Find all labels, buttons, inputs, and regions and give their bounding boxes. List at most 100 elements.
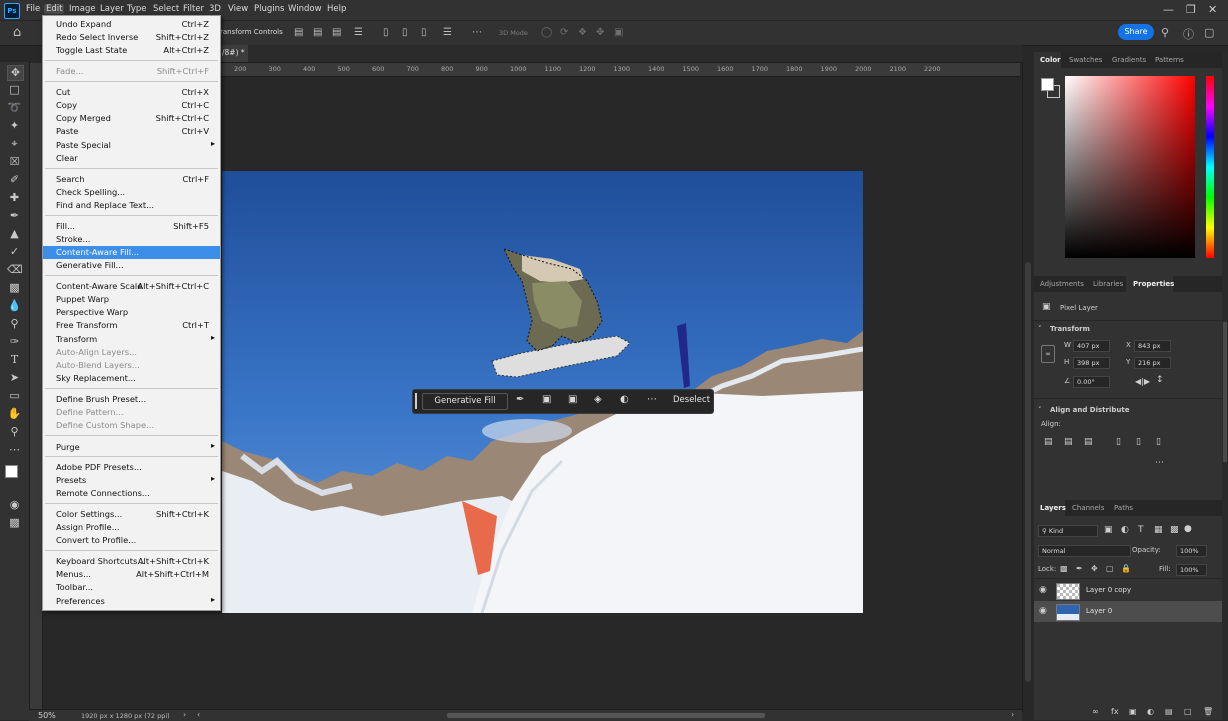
menu-item-preferences[interactable]: Preferences ▸ (43, 595, 220, 608)
layer-row[interactable]: ◉ Layer 0 copy (1034, 580, 1222, 601)
tab-paths[interactable]: Paths (1114, 504, 1133, 512)
flip-horizontal-icon[interactable]: ◀|▶ (1135, 377, 1150, 386)
menu-item-copy[interactable]: Copy Ctrl+C (43, 99, 220, 112)
scrollbar-thumb[interactable] (1025, 262, 1031, 682)
tab-libraries[interactable]: Libraries (1093, 280, 1123, 288)
menu-type[interactable]: Type (125, 4, 149, 14)
fx-icon[interactable]: fx (1111, 707, 1119, 716)
height-field[interactable]: 398 px (1073, 357, 1110, 369)
menu-item-undo-expand[interactable]: Undo Expand Ctrl+Z (43, 18, 220, 31)
menu-item-fill[interactable]: Fill... Shift+F5 (43, 220, 220, 233)
screen-mode-icon[interactable]: ▩ (7, 516, 22, 530)
zoom-tool-icon[interactable]: ⚲ (7, 425, 22, 439)
visibility-eye-icon[interactable]: ◉ (1039, 606, 1047, 616)
rectangle-tool-icon[interactable]: ▭ (7, 389, 22, 403)
align-right-icon[interactable]: ▤ (332, 27, 341, 38)
menu-item-content-aware-scale[interactable]: Content-Aware Scale Alt+Shift+Ctrl+C (43, 280, 220, 293)
filter-toggle-icon[interactable]: ● (1184, 524, 1192, 534)
new-adjustment-icon[interactable]: ◐ (1147, 707, 1154, 716)
menu-item-redo[interactable]: Redo Select Inverse Shift+Ctrl+Z (43, 31, 220, 44)
layer-row[interactable]: ◉ Layer 0 (1034, 601, 1222, 622)
menu-item-remote-connections[interactable]: Remote Connections... (43, 487, 220, 500)
visibility-eye-icon[interactable]: ◉ (1039, 585, 1047, 595)
menu-item-paste[interactable]: Paste Ctrl+V (43, 125, 220, 138)
menu-item-presets[interactable]: Presets ▸ (43, 474, 220, 487)
tab-swatches[interactable]: Swatches (1069, 56, 1102, 64)
opacity-field[interactable]: 100% (1176, 545, 1207, 557)
status-menu-chevron-icon[interactable]: › (183, 710, 186, 719)
x-field[interactable]: 843 px (1134, 340, 1171, 352)
foreground-color-swatch[interactable] (5, 465, 18, 478)
document-info[interactable]: 1920 px x 1280 px (72 ppi) (81, 712, 170, 720)
menu-item-free-transform[interactable]: Free Transform Ctrl+T (43, 319, 220, 332)
menu-window[interactable]: Window (286, 4, 324, 14)
healing-brush-tool-icon[interactable]: ✚ (7, 191, 22, 205)
transform-chevron-icon[interactable]: ˅ (1038, 325, 1042, 333)
menu-edit[interactable]: Edit (44, 4, 65, 14)
tab-gradients[interactable]: Gradients (1112, 56, 1146, 64)
align-chevron-icon[interactable]: ˅ (1038, 406, 1042, 414)
frame-tool-icon[interactable]: ☒ (7, 155, 22, 169)
menu-item-clear[interactable]: Clear (43, 152, 220, 165)
history-brush-tool-icon[interactable]: ✓ (7, 245, 22, 259)
menu-help[interactable]: Help (325, 4, 348, 14)
align-top-icon[interactable]: ▯ (383, 27, 389, 38)
align-horizontal-centers-icon[interactable]: ▤ (1064, 437, 1073, 447)
align-right-edges-icon[interactable]: ▤ (1084, 437, 1093, 447)
menu-item-adobe-pdf-presets[interactable]: Adobe PDF Presets... (43, 461, 220, 474)
fill-selection-icon[interactable]: ◈ (594, 394, 602, 405)
menu-item-purge[interactable]: Purge ▸ (43, 441, 220, 454)
add-mask-icon[interactable]: ▣ (1129, 707, 1137, 716)
hand-tool-icon[interactable]: ✋ (7, 407, 22, 421)
filter-type-icon[interactable]: T (1138, 525, 1144, 535)
flip-vertical-icon[interactable]: ↕ (1156, 375, 1164, 385)
zoom-level[interactable]: 50% (38, 711, 56, 720)
link-layers-icon[interactable]: ∞ (1092, 707, 1099, 716)
more-options-icon[interactable]: ⋯ (472, 27, 482, 38)
help-icon[interactable]: ⓘ (1183, 26, 1194, 42)
quick-mask-icon[interactable]: ◉ (7, 498, 22, 512)
align-middle-icon[interactable]: ▯ (402, 27, 408, 38)
menu-item-assign-profile[interactable]: Assign Profile... (43, 521, 220, 534)
tab-patterns[interactable]: Patterns (1155, 56, 1184, 64)
eyedropper-tool-icon[interactable]: ✐ (7, 173, 22, 187)
quick-selection-tool-icon[interactable]: ✦ (7, 119, 22, 133)
lasso-tool-icon[interactable]: ➰ (7, 101, 22, 115)
hue-slider[interactable] (1206, 76, 1214, 258)
generative-fill-button[interactable]: Generative Fill (422, 393, 508, 410)
eraser-tool-icon[interactable]: ⌫ (7, 263, 23, 277)
y-field[interactable]: 216 px (1134, 357, 1171, 369)
scroll-left-icon[interactable]: ‹ (197, 710, 200, 719)
align-bottom-icon[interactable]: ▯ (421, 27, 427, 38)
align-left-edges-icon[interactable]: ▤ (1044, 437, 1053, 447)
search-icon[interactable]: ⚲ (1161, 26, 1169, 39)
menu-item-puppet-warp[interactable]: Puppet Warp (43, 293, 220, 306)
color-field[interactable] (1065, 76, 1195, 258)
adjustment-layer-icon[interactable]: ◐ (620, 394, 629, 405)
restore-icon[interactable]: ❐ (1186, 3, 1196, 16)
filter-shape-icon[interactable]: ▦ (1154, 525, 1163, 535)
menu-item-convert-to-profile[interactable]: Convert to Profile... (43, 534, 220, 547)
filter-pixel-icon[interactable]: ▣ (1104, 525, 1113, 535)
menu-item-transform[interactable]: Transform ▸ (43, 333, 220, 346)
menu-filter[interactable]: Filter (181, 4, 206, 14)
move-tool-icon[interactable]: ✥ (7, 65, 24, 81)
distribute-icon[interactable]: ☰ (354, 27, 363, 38)
home-icon[interactable]: ⌂ (13, 25, 21, 40)
menu-image[interactable]: Image (67, 4, 98, 14)
menu-item-content-aware-fill[interactable]: Content-Aware Fill... (43, 246, 220, 259)
scroll-right-icon[interactable]: › (1011, 710, 1014, 719)
type-tool-icon[interactable]: T (7, 353, 22, 367)
align-left-icon[interactable]: ▤ (294, 27, 303, 38)
filter-kind-select[interactable]: ⚲ Kind (1038, 525, 1098, 537)
menu-plugins[interactable]: Plugins (252, 4, 286, 14)
pen-tool-icon[interactable]: ✑ (7, 335, 22, 349)
align-center-icon[interactable]: ▤ (313, 27, 322, 38)
align-bottom-edges-icon[interactable]: ▯ (1156, 437, 1161, 447)
new-layer-icon[interactable]: □ (1184, 707, 1192, 716)
more-icon[interactable]: ⋯ (647, 394, 657, 405)
transform-controls-label[interactable]: ransform Controls (220, 28, 283, 36)
lock-position-icon[interactable]: ✥ (1091, 564, 1098, 573)
edit-toolbar-icon[interactable]: ⋯ (7, 443, 22, 457)
width-field[interactable]: 407 px (1073, 340, 1110, 352)
